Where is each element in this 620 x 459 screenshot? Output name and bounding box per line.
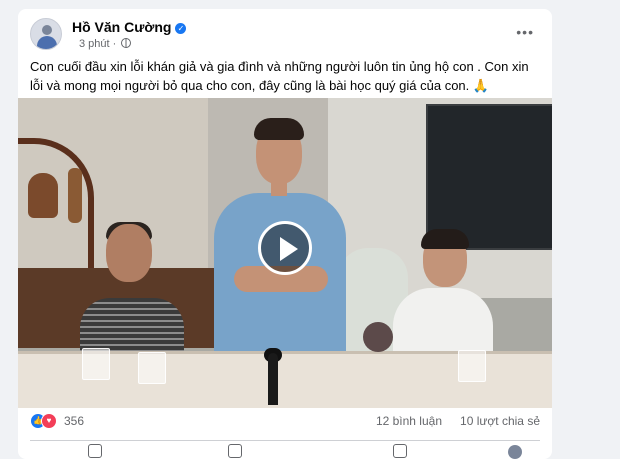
post-actions xyxy=(18,442,552,459)
post-header: Hồ Văn Cường ✓ 3 phút · ••• xyxy=(30,18,540,60)
globe-icon xyxy=(121,38,132,48)
comment-icon xyxy=(228,444,242,458)
more-options-icon[interactable]: ••• xyxy=(516,24,534,40)
reaction-count[interactable]: 356 xyxy=(64,414,84,428)
scene-statue xyxy=(28,173,58,218)
comment-button[interactable] xyxy=(228,444,246,458)
scene-vase xyxy=(68,168,82,223)
video-player[interactable] xyxy=(18,98,552,408)
verified-check-icon: ✓ xyxy=(175,23,187,34)
scene-glass xyxy=(138,352,166,384)
post-card: Hồ Văn Cường ✓ 3 phút · ••• Con cuối đầu … xyxy=(18,9,552,459)
love-reaction-icon: ♥ xyxy=(41,413,57,429)
share-button[interactable] xyxy=(393,444,411,458)
author-name-row: Hồ Văn Cường ✓ xyxy=(72,19,187,35)
actions-divider xyxy=(30,440,540,441)
share-count[interactable]: 10 lượt chia sẻ xyxy=(460,414,540,428)
meta-separator: · xyxy=(112,38,117,50)
comment-count[interactable]: 12 bình luận xyxy=(376,414,442,428)
person-center-hair xyxy=(254,118,304,140)
author-name[interactable]: Hồ Văn Cường xyxy=(72,19,171,35)
post-text: Con cuối đầu xin lỗi khán giả và gia đìn… xyxy=(30,59,529,93)
viewer-avatar[interactable] xyxy=(508,445,522,459)
author-avatar[interactable] xyxy=(30,18,62,50)
like-button[interactable] xyxy=(88,444,106,458)
like-icon xyxy=(88,444,102,458)
scene-glass xyxy=(458,350,486,382)
share-icon xyxy=(393,444,407,458)
person-left-head xyxy=(106,224,152,282)
person-right-hair xyxy=(421,229,469,249)
avatar-body xyxy=(37,36,57,49)
post-meta: 3 phút · xyxy=(79,38,132,50)
post-stats: 👍 ♥ 356 12 bình luận 10 lượt chia sẻ xyxy=(30,413,540,429)
play-icon[interactable] xyxy=(258,221,312,275)
avatar-head xyxy=(42,25,52,35)
scene-microphone xyxy=(268,353,278,405)
post-time[interactable]: 3 phút xyxy=(79,38,110,50)
scene-glass xyxy=(82,348,110,380)
scene-microphone-windscreen xyxy=(363,322,393,352)
